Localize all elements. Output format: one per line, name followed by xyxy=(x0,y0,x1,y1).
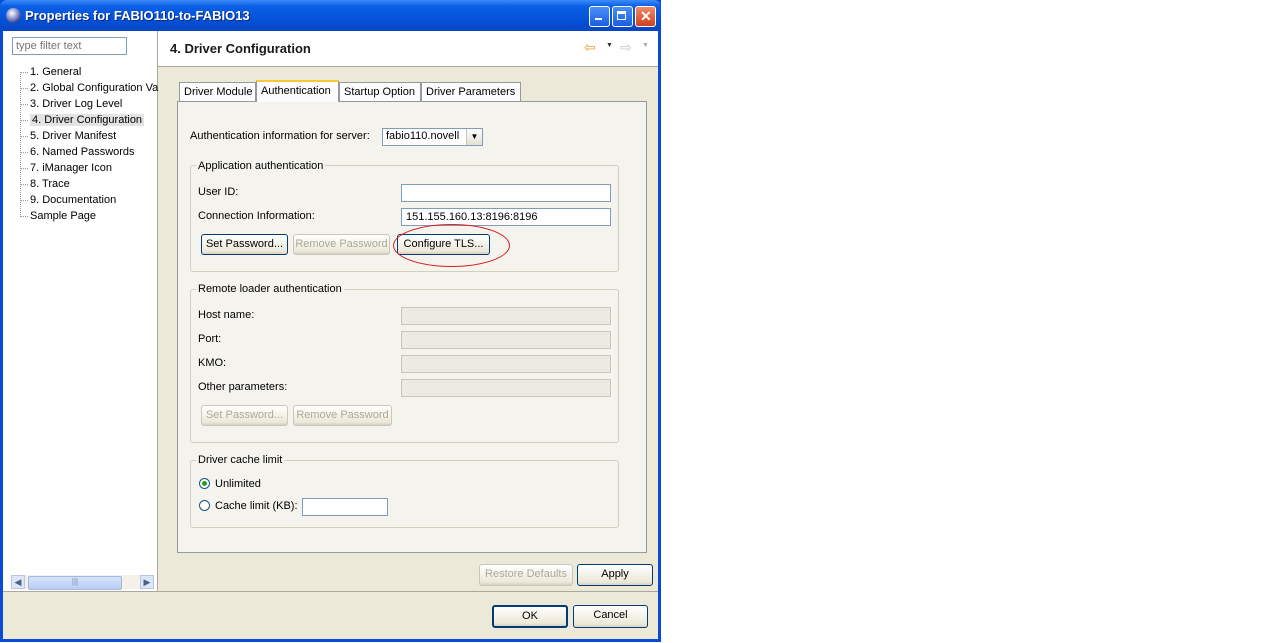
connection-info-field[interactable]: 151.155.160.13:8196:8196 xyxy=(401,208,611,226)
tree-item-label: 3. Driver Log Level xyxy=(30,98,123,110)
close-icon: ✕ xyxy=(640,8,652,24)
tree-item-sample-page[interactable]: Sample Page xyxy=(20,209,96,224)
tree-item-label: 2. Global Configuration Va xyxy=(30,82,159,94)
unlimited-label[interactable]: Unlimited xyxy=(215,478,261,490)
tree-item-imanager-icon[interactable]: 7. iManager Icon xyxy=(20,161,112,176)
forward-arrow-icon[interactable]: ⇨ xyxy=(620,39,632,56)
chevron-down-icon[interactable]: ▼ xyxy=(466,129,482,145)
tab-driver-module[interactable]: Driver Module xyxy=(179,82,256,101)
user-id-label: User ID: xyxy=(198,186,239,198)
horizontal-scrollbar[interactable]: ◀ ||| ▶ xyxy=(11,575,154,590)
annotation-ellipse xyxy=(393,224,510,267)
tree-item-named-passwords[interactable]: 6. Named Passwords xyxy=(20,145,135,160)
app-remove-password-button[interactable]: Remove Password xyxy=(293,234,390,255)
tree-item-trace[interactable]: 8. Trace xyxy=(20,177,70,192)
cache-limit-radio[interactable] xyxy=(199,500,210,511)
dialog-client-area: 1. General 2. Global Configuration Va 3.… xyxy=(3,31,658,639)
restore-defaults-button[interactable]: Restore Defaults xyxy=(479,564,573,586)
apply-button[interactable]: Apply xyxy=(577,564,653,586)
remote-remove-password-button[interactable]: Remove Password xyxy=(293,405,392,426)
scroll-left-icon[interactable]: ◀ xyxy=(11,575,25,589)
cache-limit-label[interactable]: Cache limit (KB): xyxy=(215,500,298,512)
back-dropdown-icon[interactable]: ▼ xyxy=(606,42,613,49)
back-arrow-icon[interactable]: ⇦ xyxy=(584,39,596,56)
footer-separator xyxy=(3,591,658,592)
minimize-button[interactable] xyxy=(589,6,610,27)
remote-set-password-button[interactable]: Set Password... xyxy=(201,405,288,426)
tree-item-global-config[interactable]: 2. Global Configuration Va xyxy=(20,81,158,96)
server-label: Authentication information for server: xyxy=(190,130,370,142)
eclipse-app-icon xyxy=(6,8,21,23)
tree-item-general[interactable]: 1. General xyxy=(20,65,81,80)
cache-limit-group xyxy=(190,460,619,528)
tree-item-driver-log-level[interactable]: 3. Driver Log Level xyxy=(20,97,122,112)
tree-item-label: Sample Page xyxy=(30,210,97,222)
kmo-label: KMO: xyxy=(198,357,227,369)
tab-authentication[interactable]: Authentication xyxy=(256,80,339,102)
app-set-password-button[interactable]: Set Password... xyxy=(201,234,288,255)
cache-limit-legend: Driver cache limit xyxy=(196,454,285,466)
server-select[interactable]: fabio110.novell ▼ xyxy=(382,128,483,146)
user-id-field[interactable] xyxy=(401,184,611,202)
filter-input[interactable] xyxy=(12,37,127,55)
application-auth-legend: Application authentication xyxy=(196,160,326,172)
ok-button[interactable]: OK xyxy=(492,605,568,628)
tree-item-label: 1. General xyxy=(30,66,82,78)
kmo-field[interactable] xyxy=(401,355,611,373)
forward-dropdown-icon[interactable]: ▼ xyxy=(642,42,649,49)
host-name-field[interactable] xyxy=(401,307,611,325)
host-name-label: Host name: xyxy=(198,309,255,321)
cache-limit-field[interactable] xyxy=(302,498,388,516)
tab-driver-parameters[interactable]: Driver Parameters xyxy=(421,82,521,101)
tree-item-label: 5. Driver Manifest xyxy=(30,130,117,142)
tree-item-driver-manifest[interactable]: 5. Driver Manifest xyxy=(20,129,116,144)
tree-item-label: 8. Trace xyxy=(30,178,70,190)
tree-item-label: 6. Named Passwords xyxy=(30,146,135,158)
page-title: 4. Driver Configuration xyxy=(170,41,311,56)
tree-item-documentation[interactable]: 9. Documentation xyxy=(20,193,116,208)
port-field[interactable] xyxy=(401,331,611,349)
properties-window: Properties for FABIO110-to-FABIO13 ✕ 1. … xyxy=(0,0,661,642)
tree-item-label: 9. Documentation xyxy=(30,194,117,206)
close-button[interactable]: ✕ xyxy=(635,6,656,27)
tree-item-label: 4. Driver Configuration xyxy=(30,114,145,126)
maximize-button[interactable] xyxy=(612,6,633,27)
preference-tree-pane: 1. General 2. Global Configuration Va 3.… xyxy=(3,31,158,591)
tab-startup-option[interactable]: Startup Option xyxy=(339,82,421,101)
server-select-value: fabio110.novell xyxy=(386,130,460,142)
port-label: Port: xyxy=(198,333,222,345)
cancel-button[interactable]: Cancel xyxy=(573,605,648,628)
tree-item-label: 7. iManager Icon xyxy=(30,162,112,174)
tree-item-driver-configuration[interactable]: 4. Driver Configuration xyxy=(20,113,145,128)
title-bar[interactable]: Properties for FABIO110-to-FABIO13 ✕ xyxy=(0,0,661,31)
other-params-field[interactable] xyxy=(401,379,611,397)
connection-info-label: Connection Information: xyxy=(198,210,315,222)
maximize-icon xyxy=(617,11,626,20)
unlimited-radio[interactable] xyxy=(199,478,210,489)
other-params-label: Other parameters: xyxy=(198,381,288,393)
scroll-thumb[interactable]: ||| xyxy=(28,576,122,590)
window-title: Properties for FABIO110-to-FABIO13 xyxy=(25,8,250,23)
scroll-right-icon[interactable]: ▶ xyxy=(140,575,154,589)
remote-loader-legend: Remote loader authentication xyxy=(196,283,344,295)
page-header: 4. Driver Configuration ⇦ ▼ ⇨ ▼ xyxy=(158,31,658,67)
minimize-icon xyxy=(595,18,602,20)
